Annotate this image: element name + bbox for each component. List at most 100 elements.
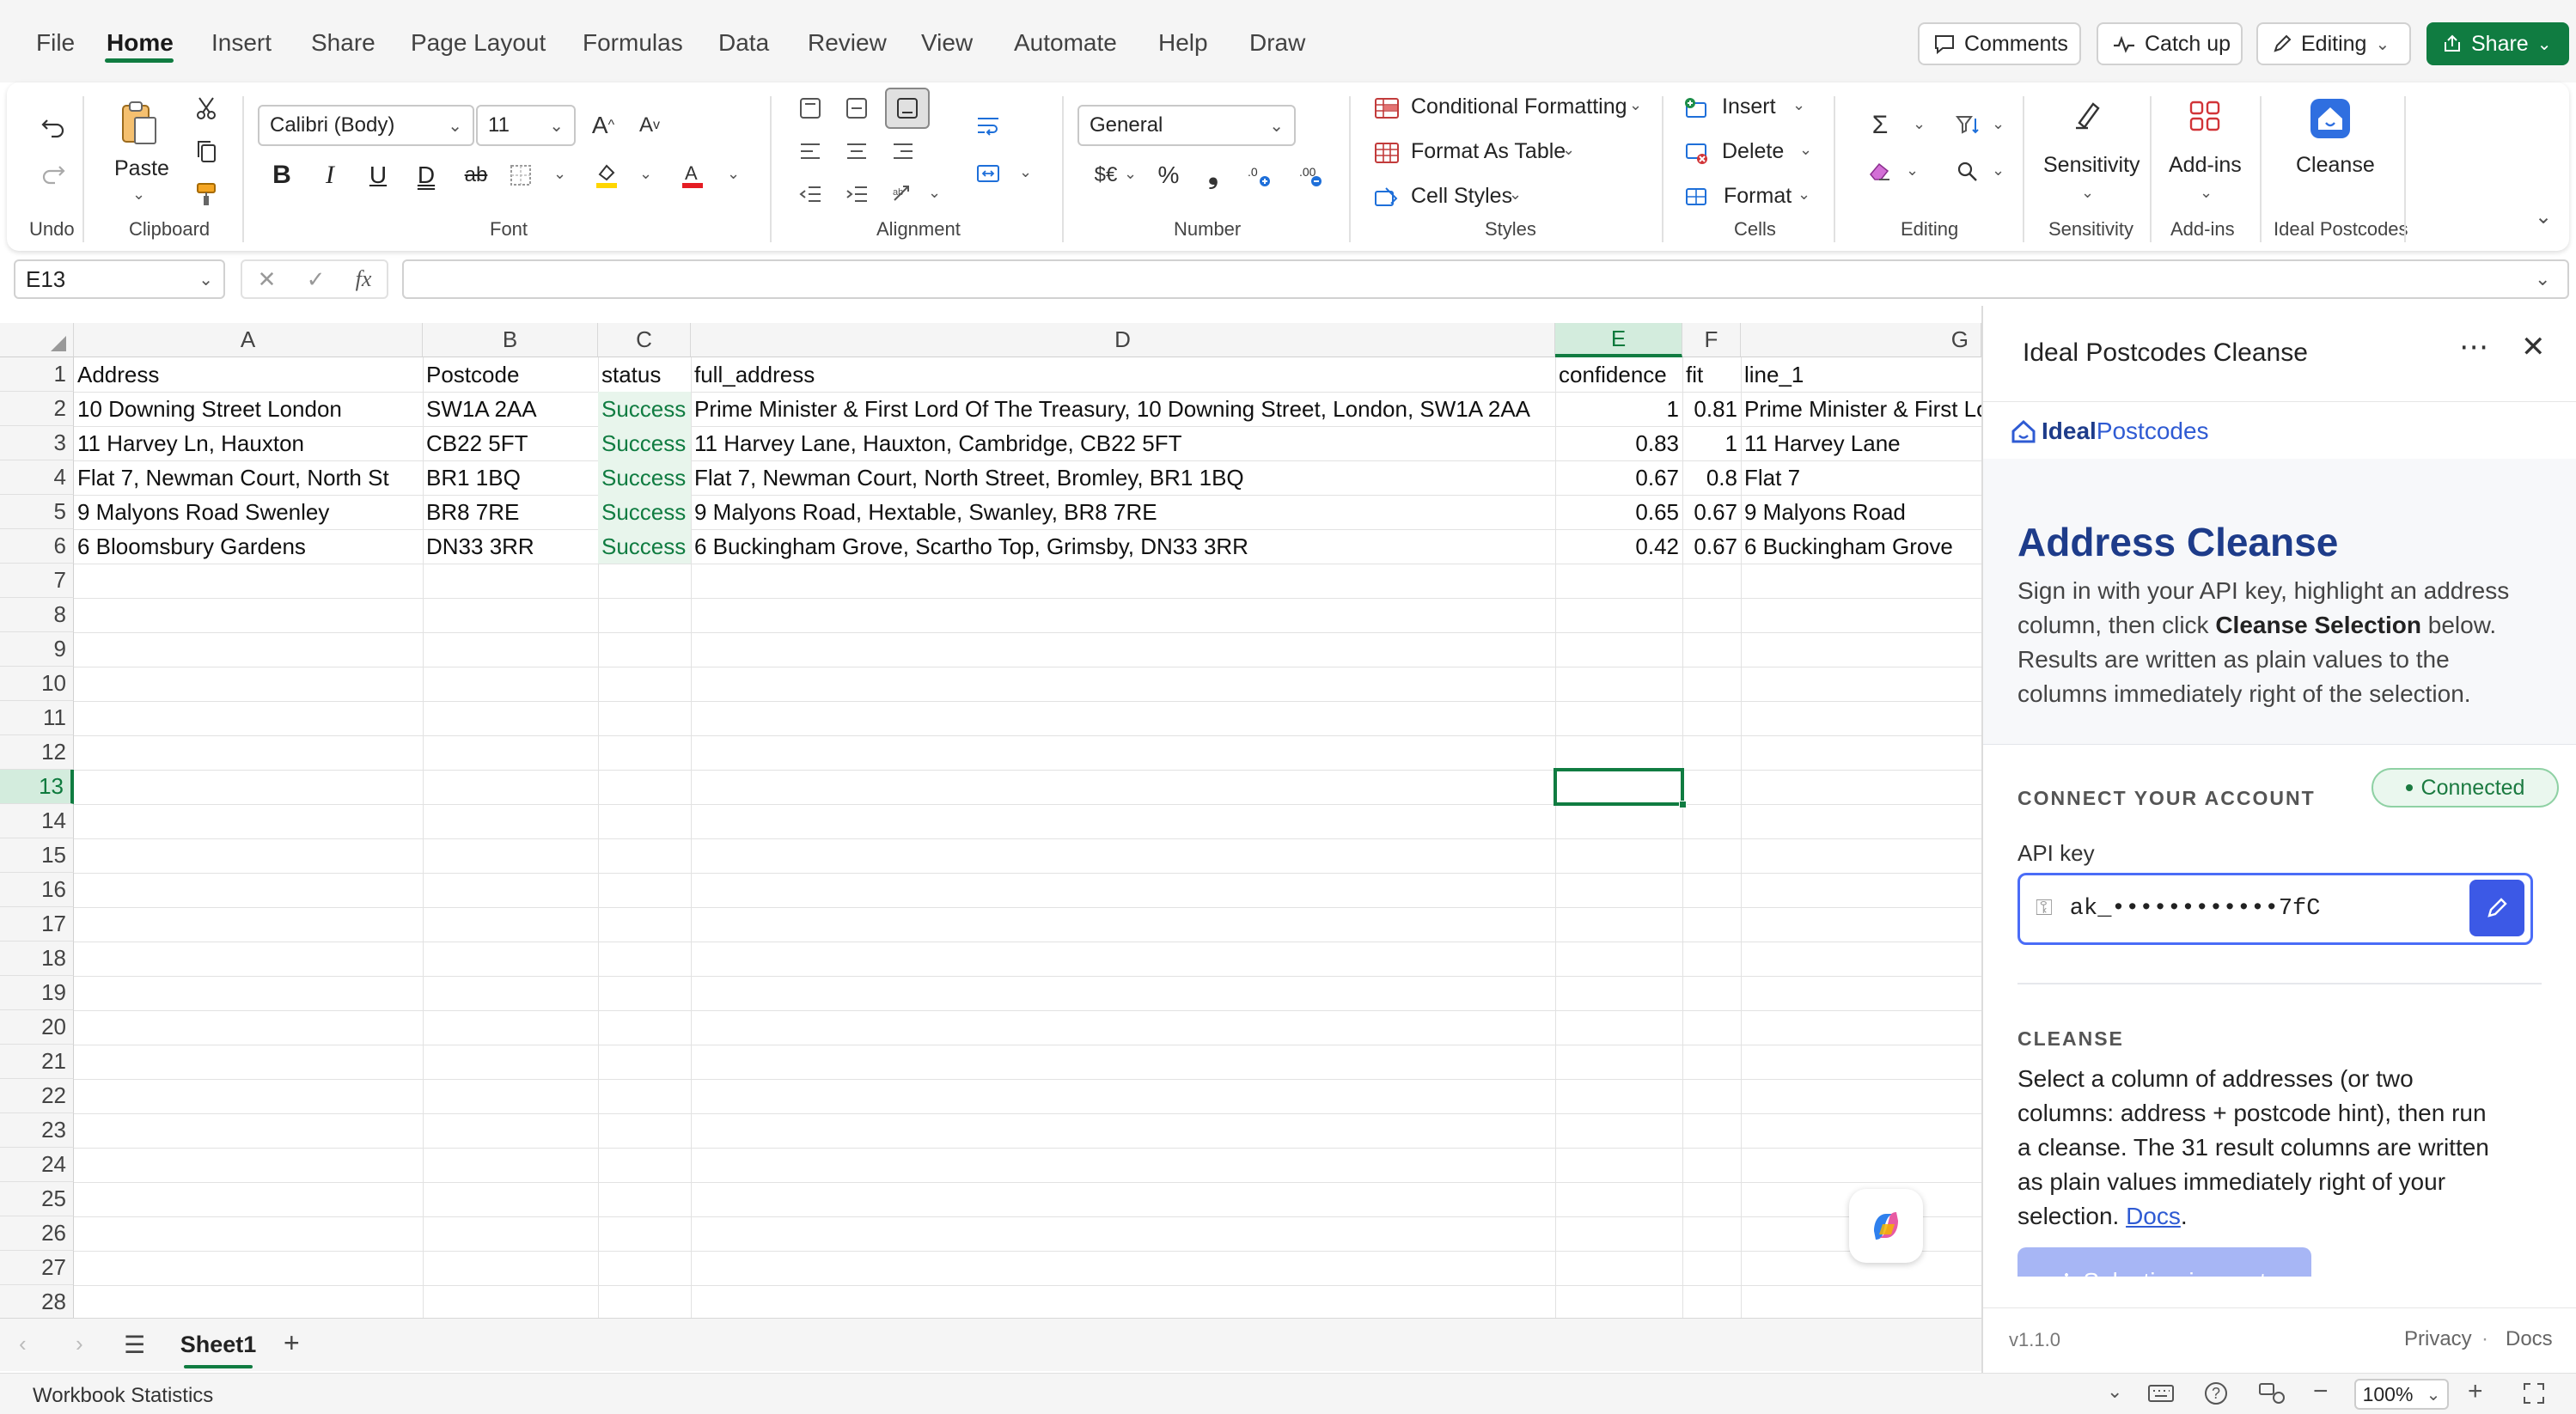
chevron-down-icon[interactable]: ⌄ <box>727 165 740 183</box>
accessibility-icon[interactable] <box>2258 1382 2286 1409</box>
menu-help[interactable]: Help <box>1158 29 1208 57</box>
column-header-c[interactable]: C <box>598 323 691 357</box>
chevron-down-icon[interactable]: ⌄ <box>1906 162 1919 180</box>
fullscreen-icon[interactable] <box>2523 1382 2545 1409</box>
row-header-10[interactable]: 10 <box>0 667 74 701</box>
underline-button[interactable]: U <box>363 158 394 192</box>
cell-e2[interactable]: 1 <box>1555 392 1682 426</box>
decrease-indent-icon[interactable] <box>792 177 828 211</box>
sensitivity-button-label[interactable]: Sensitivity <box>2043 153 2140 178</box>
cell-d1[interactable]: full_address <box>691 357 1555 392</box>
cell-c2[interactable]: Success <box>598 392 691 426</box>
cell-g1[interactable]: line_1 <box>1741 357 1981 392</box>
comma-style-button[interactable]: ❟ <box>1198 158 1229 192</box>
align-center-icon[interactable] <box>839 134 875 168</box>
row-header-21[interactable]: 21 <box>0 1045 74 1079</box>
confirm-entry-icon[interactable]: ✓ <box>307 266 326 293</box>
close-icon[interactable]: ✕ <box>2521 330 2546 364</box>
workbook-statistics[interactable]: Workbook Statistics <box>33 1384 213 1408</box>
cell-styles-label[interactable]: Cell Styles <box>1411 184 1512 209</box>
cell-e1[interactable]: confidence <box>1555 357 1682 392</box>
row-header-6[interactable]: 6 <box>0 529 74 564</box>
insert-cells-label[interactable]: Insert <box>1722 94 1776 119</box>
zoom-level-select[interactable]: 100% ⌄ <box>2354 1379 2449 1410</box>
row-header-14[interactable]: 14 <box>0 804 74 838</box>
font-size-select[interactable]: 11 ⌄ <box>476 105 576 146</box>
row-header-5[interactable]: 5 <box>0 495 74 529</box>
cell-g3[interactable]: 11 Harvey Lane <box>1741 426 1981 460</box>
align-top-icon[interactable] <box>792 91 828 125</box>
format-cells-label[interactable]: Format <box>1724 184 1792 209</box>
menu-data[interactable]: Data <box>718 29 769 57</box>
row-header-22[interactable]: 22 <box>0 1079 74 1113</box>
cell-g2[interactable]: Prime Minister & First Lord Of The Treas… <box>1741 392 1981 426</box>
cut-icon[interactable] <box>189 91 223 125</box>
cell-b5[interactable]: BR8 7RE <box>423 495 598 529</box>
copy-icon[interactable] <box>189 134 223 168</box>
paste-label[interactable]: Paste <box>114 156 169 181</box>
cell-styles-icon[interactable] <box>1371 180 1402 215</box>
chevron-down-icon[interactable]: ⌄ <box>1799 141 1812 159</box>
privacy-link[interactable]: Privacy <box>2404 1327 2472 1351</box>
wrap-text-icon[interactable] <box>969 108 1007 143</box>
undo-icon[interactable] <box>34 110 72 144</box>
sensitivity-icon[interactable] <box>2066 94 2110 137</box>
bold-button[interactable]: B <box>266 158 297 192</box>
insert-function-icon[interactable]: fx <box>356 266 372 292</box>
ideal-postcodes-house-icon[interactable] <box>2306 94 2354 143</box>
cell-d2[interactable]: Prime Minister & First Lord Of The Treas… <box>691 392 1555 426</box>
chevron-down-icon[interactable]: ⌄ <box>639 165 652 183</box>
cell-f5[interactable]: 0.67 <box>1682 495 1741 529</box>
double-underline-button[interactable]: D <box>411 158 442 192</box>
cell-e5[interactable]: 0.65 <box>1555 495 1682 529</box>
row-header-27[interactable]: 27 <box>0 1251 74 1285</box>
all-sheets-menu-icon[interactable]: ☰ <box>124 1331 145 1359</box>
share-button[interactable]: Share ⌄ <box>2426 22 2569 65</box>
strikethrough-button[interactable]: ab <box>459 158 493 192</box>
align-middle-icon[interactable] <box>839 91 875 125</box>
row-header-19[interactable]: 19 <box>0 976 74 1010</box>
cell-d3[interactable]: 11 Harvey Lane, Hauxton, Cambridge, CB22… <box>691 426 1555 460</box>
chevron-down-icon[interactable]: ⌄ <box>1792 96 1805 114</box>
borders-icon[interactable] <box>505 158 536 192</box>
cell-g6[interactable]: 6 Buckingham Grove <box>1741 529 1981 564</box>
cleanse-button-label[interactable]: Cleanse <box>2296 153 2375 178</box>
align-right-icon[interactable] <box>885 134 921 168</box>
cell-b6[interactable]: DN33 3RR <box>423 529 598 564</box>
row-header-12[interactable]: 12 <box>0 735 74 770</box>
cell-c3[interactable]: Success <box>598 426 691 460</box>
cell-f4[interactable]: 0.8 <box>1682 460 1741 495</box>
add-sheet-icon[interactable]: + <box>284 1327 300 1359</box>
formula-input[interactable] <box>402 259 2569 299</box>
cell-a5[interactable]: 9 Malyons Road Swenley <box>74 495 423 529</box>
spreadsheet-grid[interactable]: A B C D E F G 1 2 3 4 5 6 7 8 9 10 11 12 13 14 15 16 17 1… <box>0 323 1981 1318</box>
cell-d4[interactable]: Flat 7, Newman Court, North Street, Brom… <box>691 460 1555 495</box>
add-ins-button-label[interactable]: Add-ins <box>2169 153 2242 178</box>
font-name-select[interactable]: Calibri (Body) ⌄ <box>258 105 474 146</box>
italic-button[interactable]: I <box>314 158 345 192</box>
chevron-down-icon[interactable]: ⌄ <box>2081 184 2094 202</box>
row-header-13[interactable]: 13 <box>0 770 74 804</box>
chevron-down-icon[interactable]: ⌄ <box>928 184 941 202</box>
row-header-8[interactable]: 8 <box>0 598 74 632</box>
delete-cells-label[interactable]: Delete <box>1722 139 1784 164</box>
chevron-down-icon[interactable]: ⌄ <box>1562 141 1575 159</box>
column-header-e[interactable]: E <box>1555 323 1682 357</box>
number-format-select[interactable]: General ⌄ <box>1077 105 1296 146</box>
comments-button[interactable]: Comments <box>1918 22 2081 65</box>
row-header-28[interactable]: 28 <box>0 1285 74 1318</box>
menu-automate[interactable]: Automate <box>1014 29 1117 57</box>
select-all-corner[interactable] <box>0 323 74 357</box>
cell-a1[interactable]: Address <box>74 357 423 392</box>
cell-f2[interactable]: 0.81 <box>1682 392 1741 426</box>
orientation-icon[interactable]: ab <box>885 177 921 211</box>
column-header-b[interactable]: B <box>423 323 598 357</box>
cell-a2[interactable]: 10 Downing Street London <box>74 392 423 426</box>
cell-d5[interactable]: 9 Malyons Road, Hextable, Swanley, BR8 7… <box>691 495 1555 529</box>
menu-formulas[interactable]: Formulas <box>583 29 683 57</box>
increase-decimal-icon[interactable]: .0 <box>1242 158 1277 192</box>
name-box[interactable]: E13 ⌄ <box>14 259 225 299</box>
align-bottom-icon[interactable] <box>885 88 930 129</box>
row-header-25[interactable]: 25 <box>0 1182 74 1216</box>
clear-eraser-icon[interactable] <box>1863 155 1897 189</box>
